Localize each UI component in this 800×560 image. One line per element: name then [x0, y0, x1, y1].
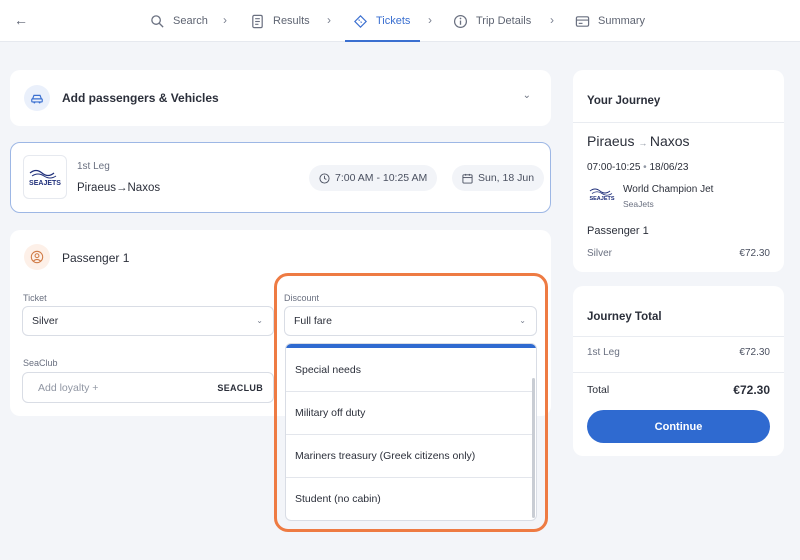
discount-option[interactable]: Military off duty: [286, 392, 535, 435]
leg-date: Sun, 18 Jun: [478, 172, 535, 184]
chevron-down-icon[interactable]: ⌄: [523, 90, 531, 101]
car-icon: [24, 85, 50, 111]
passenger-title: Passenger 1: [62, 251, 130, 265]
summary-icon: [575, 15, 590, 27]
journey-to: Naxos: [649, 133, 690, 149]
discount-option[interactable]: Student (no cabin): [286, 478, 535, 520]
step-summary[interactable]: Summary: [575, 0, 645, 42]
ticket-value: Silver: [32, 315, 59, 327]
top-navigation: ← Search › Results › Tickets › Trip Deta…: [0, 0, 800, 42]
time-pill: 7:00 AM - 10:25 AM: [309, 165, 438, 191]
discount-label: Discount: [284, 293, 320, 303]
leg-label: 1st Leg: [77, 161, 110, 172]
journey-time-range: 07:00-10:25: [587, 162, 641, 173]
total-label: Total: [587, 384, 610, 396]
discount-value: Full fare: [294, 315, 332, 327]
step-label: Search: [173, 15, 208, 27]
dropdown-scrollbar[interactable]: [532, 378, 535, 518]
clock-icon: [319, 172, 330, 184]
search-icon: [151, 14, 164, 28]
your-journey-panel: Your Journey Piraeus → Naxos 07:00-10:25…: [573, 70, 784, 272]
svg-text:SEAJETS: SEAJETS: [589, 196, 614, 202]
leg-route: Piraeus→Naxos: [77, 182, 161, 194]
chevron-right-icon: ›: [550, 13, 554, 27]
step-tickets[interactable]: Tickets: [344, 0, 421, 42]
leg-card: SEAJETS 1st Leg Piraeus→Naxos 7:00 AM - …: [10, 142, 551, 213]
vessel-name: World Champion Jet: [623, 184, 714, 195]
svg-text:SEAJETS: SEAJETS: [29, 180, 61, 187]
seaclub-logo: SEACLUB: [217, 383, 263, 393]
add-passengers-title: Add passengers & Vehicles: [62, 91, 219, 105]
total-leg-label: 1st Leg: [587, 347, 620, 358]
journey-total-panel: Journey Total 1st Leg €72.30 Total €72.3…: [573, 286, 784, 456]
journey-price: €72.30: [739, 248, 770, 259]
chevron-right-icon: ›: [223, 13, 227, 27]
calendar-icon: [462, 173, 473, 184]
discount-option[interactable]: Mariners treasury (Greek citizens only): [286, 435, 535, 478]
operator-name: SeaJets: [623, 199, 654, 209]
chevron-right-icon: ›: [428, 13, 432, 27]
journey-ticket-tier: Silver: [587, 248, 613, 259]
step-label: Results: [273, 15, 310, 27]
ticket-icon: [354, 14, 367, 28]
total-leg-price: €72.30: [739, 347, 770, 358]
chevron-right-icon: ›: [327, 13, 331, 27]
chevron-down-icon: ⌄: [519, 316, 526, 325]
step-label: Summary: [598, 15, 646, 27]
journey-date: 18/06/23: [649, 162, 689, 173]
dropdown-top-bar: [286, 344, 536, 348]
date-pill: Sun, 18 Jun: [452, 165, 545, 191]
continue-button[interactable]: Continue: [587, 410, 770, 443]
discount-option[interactable]: Special needs: [286, 349, 535, 392]
total-price: €72.30: [733, 383, 770, 397]
step-results[interactable]: Results: [250, 0, 310, 42]
info-icon: [453, 14, 468, 28]
discount-dropdown-list[interactable]: Special needs Military off duty Mariners…: [285, 343, 537, 521]
journey-passenger: Passenger 1: [587, 225, 649, 237]
chevron-down-icon: ⌄: [256, 316, 263, 325]
journey-from: Piraeus: [587, 133, 635, 149]
leg-time: 7:00 AM - 10:25 AM: [335, 172, 428, 184]
add-passengers-vehicles-panel[interactable]: Add passengers & Vehicles ⌄: [10, 70, 551, 126]
seajets-logo: SEAJETS: [23, 155, 67, 199]
seaclub-loyalty-input[interactable]: Add loyalty + SEACLUB: [22, 372, 274, 403]
divider: [573, 122, 784, 123]
step-label: Trip Details: [476, 15, 532, 27]
ticket-label: Ticket: [23, 293, 47, 303]
seaclub-label: SeaClub: [23, 358, 58, 368]
step-trip-details[interactable]: Trip Details: [453, 0, 531, 42]
back-arrow-icon[interactable]: ←: [12, 11, 30, 29]
document-icon: [252, 14, 263, 28]
journey-title: Your Journey: [587, 95, 661, 107]
journey-times: 07:00-10:25 • 18/06/23: [587, 162, 688, 173]
divider: [573, 336, 784, 337]
step-label: Tickets: [376, 15, 411, 27]
ticket-select[interactable]: Silver ⌄: [22, 306, 274, 336]
step-search[interactable]: Search: [150, 0, 208, 42]
divider: [573, 372, 784, 373]
total-title: Journey Total: [587, 311, 662, 323]
seaclub-placeholder: Add loyalty +: [38, 382, 99, 394]
discount-select[interactable]: Full fare ⌄: [284, 306, 537, 336]
user-icon: [24, 244, 50, 270]
seajets-logo: SEAJETS: [587, 185, 617, 203]
arrow-right-icon: →: [638, 138, 650, 148]
journey-route: Piraeus → Naxos: [587, 133, 690, 149]
